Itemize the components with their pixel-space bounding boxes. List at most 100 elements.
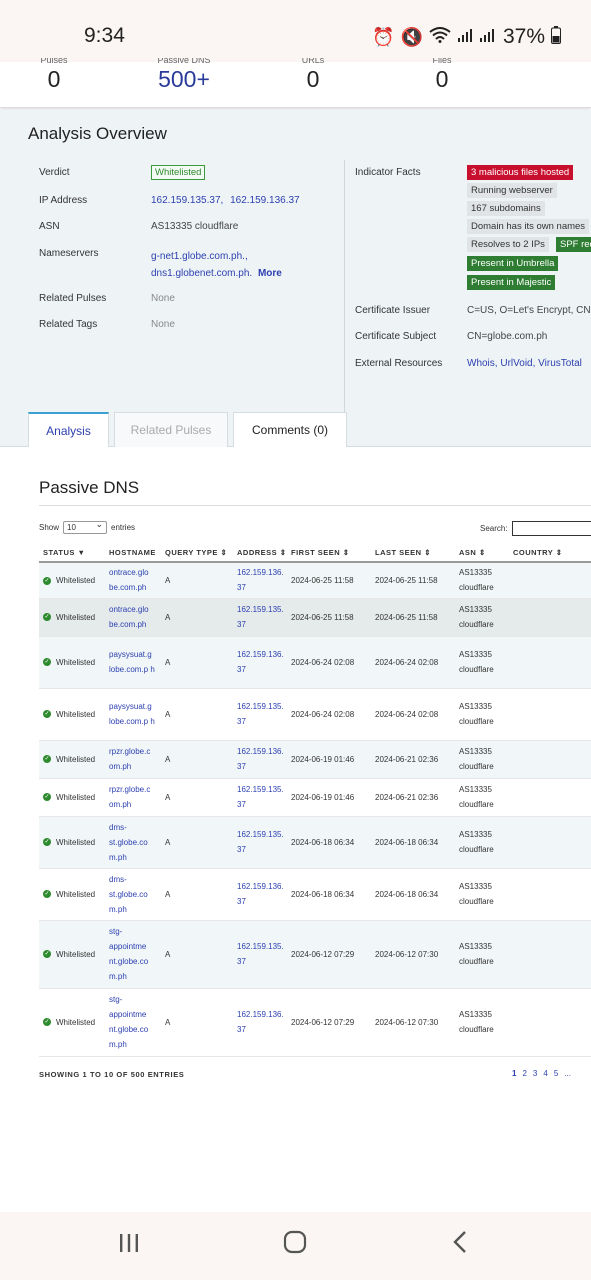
column-status[interactable]: STATUS ▼ [39,543,105,563]
tab-comments[interactable]: Comments (0) [233,412,347,447]
entries-select[interactable]: 10 [63,519,108,534]
hostname-link[interactable]: ontrace.glo be.com.ph [105,598,161,637]
ip-link-1[interactable]: 162.159.135.37, [151,195,223,206]
stat-urls[interactable]: URLs 0 [293,58,333,93]
table-row: ✓ Whitelisted paysysuat.g lobe.com.p h A 162… [39,636,591,689]
country-cell [509,636,591,689]
address-link[interactable]: 162.159.136. 37 [233,636,287,689]
status-text: Whitelisted [56,612,96,622]
status-text: Whitelisted [56,754,96,764]
first-seen-cell: 2024-06-24 02:08 [287,636,371,689]
column-address[interactable]: ADDRESS ⇕ [233,543,287,563]
related-pulses-label: Related Pulses [39,293,107,304]
asn-cell: AS13335 cloudflare [455,562,509,599]
address-link[interactable]: 162.159.136. 37 [233,868,287,921]
check-circle-icon: ✓ [43,613,51,622]
hostname-link[interactable]: paysysuat.g lobe.com.p h [105,636,161,689]
status-text: Whitelisted [56,792,96,802]
recent-apps-icon[interactable] [118,1230,140,1261]
status-bar: 9:34 ⏰ 🔇 37% [0,0,591,62]
last-seen-cell: 2024-06-25 11:58 [371,598,455,637]
column-country[interactable]: COUNTRY ⇕ [509,543,591,563]
mute-icon: 🔇 [400,26,423,47]
last-seen-cell: 2024-06-18 06:34 [371,816,455,869]
asn-cell: AS13335 cloudflare [455,988,509,1057]
hostname-link[interactable]: ontrace.glo be.com.ph [105,562,161,599]
address-link[interactable]: 162.159.136. 37 [233,740,287,779]
asn-cell: AS13335 cloudflare [455,868,509,921]
status-cell: ✓ Whitelisted [39,688,105,741]
tab-analysis[interactable]: Analysis [28,412,109,447]
hostname-link[interactable]: dms- st.globe.co m.ph [105,816,161,869]
query-type-cell: A [161,598,233,637]
verdict-badge: Whitelisted [151,165,206,180]
more-link[interactable]: More [258,268,282,279]
page-3[interactable]: 3 [533,1069,537,1078]
address-link[interactable]: 162.159.136. 37 [233,988,287,1057]
status-text: Whitelisted [56,1017,96,1027]
check-circle-icon: ✓ [43,710,51,719]
column-query-type[interactable]: QUERY TYPE ⇕ [161,543,233,563]
address-link[interactable]: 162.159.135. 37 [233,688,287,741]
hostname-link[interactable]: rpzr.globe.c om.ph [105,740,161,779]
table-row: ✓ Whitelisted ontrace.glo be.com.ph A 162.15… [39,598,591,637]
stat-files[interactable]: Files 0 [422,58,462,93]
stat-pulses[interactable]: Pulses 0 [34,58,74,93]
ip-link-2[interactable]: 162.159.136.37 [230,195,300,206]
hostname-link[interactable]: paysysuat.g lobe.com.p h [105,688,161,741]
page-5[interactable]: 5 [554,1069,558,1078]
column-asn[interactable]: ASN ⇕ [455,543,509,563]
column-hostname[interactable]: HOSTNAME [105,543,161,563]
table-row: ✓ Whitelisted dms- st.globe.co m.ph A 162.15… [39,816,591,869]
page-2[interactable]: 2 [522,1069,526,1078]
hostname-link[interactable]: rpzr.globe.c om.ph [105,778,161,817]
asn-label: ASN [39,221,60,232]
home-icon[interactable] [283,1230,307,1261]
address-link[interactable]: 162.159.135. 37 [233,778,287,817]
cert-issuer-value: C=US, O=Let's Encrypt, CN= [467,305,591,316]
nameserver-1[interactable]: g-net1.globe.com.ph., [151,248,282,265]
address-link[interactable]: 162.159.135. 37 [233,920,287,989]
nameserver-2[interactable]: dns1.globenet.com.ph. [151,268,252,279]
divider [39,505,591,506]
back-icon[interactable] [452,1230,468,1261]
entries-info: SHOWING 1 TO 10 OF 500 ENTRIES [39,1070,185,1079]
query-type-cell: A [161,920,233,989]
query-type-cell: A [161,636,233,689]
fact-badge: 167 subdomains [467,201,545,216]
cert-issuer-label: Certificate Issuer [355,305,431,316]
whois-link[interactable]: Whois [467,358,495,369]
status-text: Whitelisted [56,837,96,847]
first-seen-cell: 2024-06-24 02:08 [287,688,371,741]
address-link[interactable]: 162.159.136. 37 [233,562,287,599]
asn-cell: AS13335 cloudflare [455,778,509,817]
address-link[interactable]: 162.159.135. 37 [233,598,287,637]
query-type-cell: A [161,868,233,921]
status-cell: ✓ Whitelisted [39,740,105,779]
country-cell [509,988,591,1057]
hostname-link[interactable]: stg- appointme nt.globe.co m.ph [105,988,161,1057]
virustotal-link[interactable]: VirusTotal [538,358,582,369]
hostname-link[interactable]: dms- st.globe.co m.ph [105,868,161,921]
status-text: Whitelisted [56,657,96,667]
page-4[interactable]: 4 [543,1069,547,1078]
search-input[interactable] [511,521,591,536]
urlvoid-link[interactable]: UrlVoid [500,358,532,369]
filter-icon[interactable]: ▼ [77,548,85,557]
query-type-cell: A [161,988,233,1057]
status-cell: ✓ Whitelisted [39,868,105,921]
first-seen-cell: 2024-06-25 11:58 [287,598,371,637]
tab-related-pulses[interactable]: Related Pulses [114,412,228,447]
column-first-seen[interactable]: FIRST SEEN ⇕ [287,543,371,563]
pagination: 1 2 3 4 5 ... [512,1069,571,1078]
wifi-icon [429,26,451,48]
stat-passive-dns[interactable]: Passive DNS 500+ [140,58,228,93]
last-seen-cell: 2024-06-21 02:36 [371,740,455,779]
page-1[interactable]: 1 [512,1069,516,1078]
hostname-link[interactable]: stg- appointme nt.globe.co m.ph [105,920,161,989]
address-link[interactable]: 162.159.135. 37 [233,816,287,869]
column-last-seen[interactable]: LAST SEEN ⇕ [371,543,455,563]
status-cell: ✓ Whitelisted [39,562,105,599]
last-seen-cell: 2024-06-24 02:08 [371,688,455,741]
sort-icon: ⇕ [279,547,287,557]
